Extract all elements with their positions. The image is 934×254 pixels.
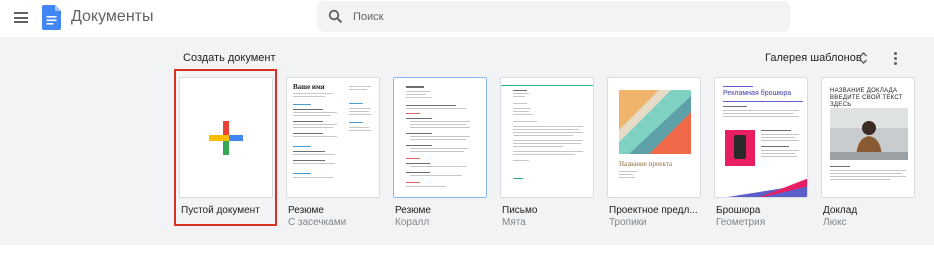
template-style: Тропики <box>609 217 647 228</box>
template-name[interactable]: Письмо <box>502 205 602 216</box>
thumbnail-title: НАЗВАНИЕ ДОКЛАДА ВВЕДИТЕ СВОЙ ТЕКСТ ЗДЕС… <box>830 88 903 108</box>
geometry-footer-graphic <box>727 178 807 197</box>
search-bar[interactable] <box>317 1 790 32</box>
thumbnail-title: Ваше имя <box>293 83 325 91</box>
template-thumbnail[interactable] <box>500 77 594 198</box>
template-style: Мята <box>502 217 526 228</box>
template-thumbnail[interactable]: Название проекта <box>607 77 701 198</box>
thumbnail-title: Рекламная брошюра <box>723 90 792 97</box>
template-style: Геометрия <box>716 217 766 228</box>
template-thumbnail[interactable] <box>393 77 487 198</box>
more-vert-icon[interactable] <box>894 52 898 65</box>
template-name[interactable]: Брошюра <box>716 205 816 216</box>
unfold-more-icon[interactable] <box>859 51 868 65</box>
thumbnail-title: Название проекта <box>619 160 673 168</box>
search-icon[interactable] <box>328 9 343 24</box>
section-title: Создать документ <box>183 52 276 64</box>
blank-document-card[interactable] <box>179 77 273 198</box>
app-title[interactable]: Документы <box>71 8 153 26</box>
plus-multicolor-icon <box>209 121 243 155</box>
template-style: Люкс <box>823 217 847 228</box>
template-style: Коралл <box>395 217 430 228</box>
template-thumbnail[interactable]: Рекламная брошюра <box>714 77 808 198</box>
template-gallery-button[interactable]: Галерея шаблонов <box>765 52 862 64</box>
template-name[interactable]: Резюме <box>288 205 388 216</box>
blank-document-label[interactable]: Пустой документ <box>181 205 260 216</box>
hamburger-menu-icon[interactable] <box>14 12 28 23</box>
google-docs-logo-icon[interactable] <box>42 5 61 30</box>
app-header: Документы <box>0 0 934 36</box>
tropics-cover-graphic <box>619 90 691 154</box>
template-thumbnail[interactable]: НАЗВАНИЕ ДОКЛАДА ВВЕДИТЕ СВОЙ ТЕКСТ ЗДЕС… <box>821 77 915 198</box>
report-photo <box>830 108 908 160</box>
template-style: С засечками <box>288 217 347 228</box>
phone-graphic <box>725 130 755 166</box>
search-input[interactable] <box>353 1 773 32</box>
template-name[interactable]: Доклад <box>823 205 923 216</box>
template-name[interactable]: Резюме <box>395 205 495 216</box>
template-name[interactable]: Проектное предл... <box>609 205 709 216</box>
template-thumbnail[interactable]: Ваше имя <box>286 77 380 198</box>
